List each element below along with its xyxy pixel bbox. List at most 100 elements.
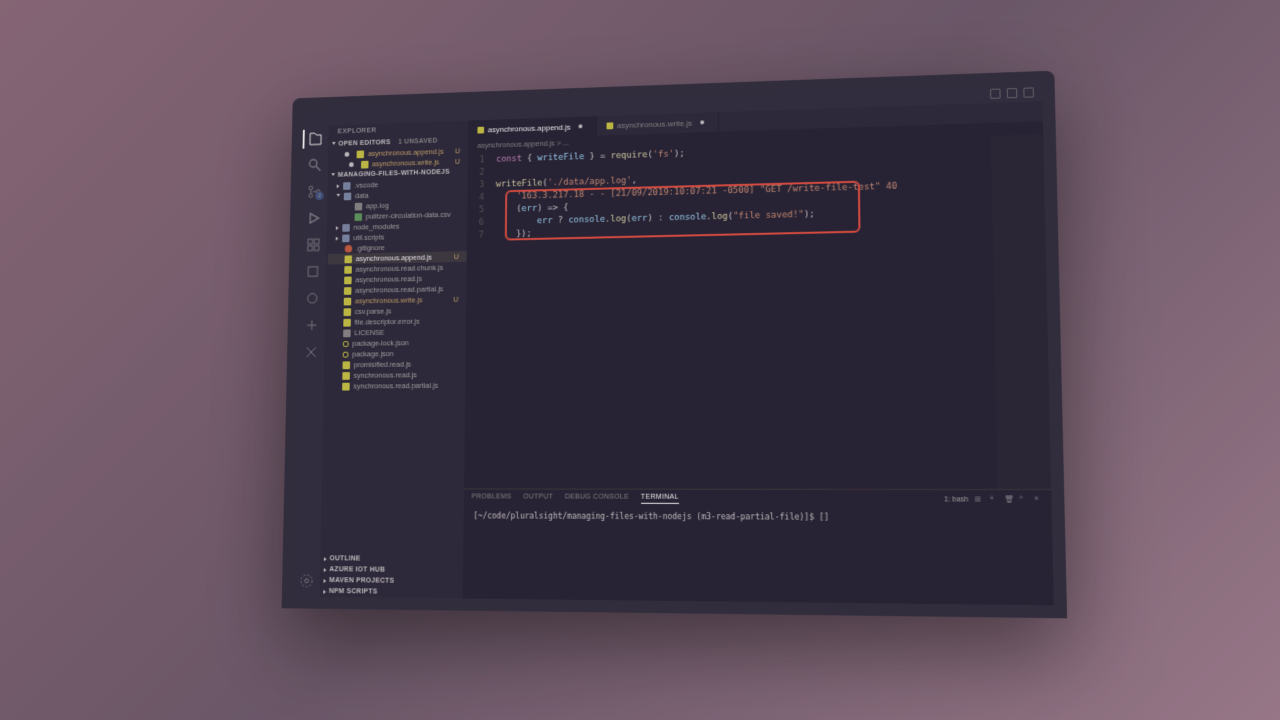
chevron-right-icon (324, 568, 327, 572)
bottom-panel: PROBLEMS OUTPUT DEBUG CONSOLE TERMINAL 1: b… (463, 488, 1054, 605)
file-label: file.descriptor.error.js (354, 317, 419, 327)
chevron-icon (336, 236, 339, 240)
kill-terminal-icon[interactable]: 🗑 (1004, 495, 1013, 503)
dirty-dot-icon (578, 124, 582, 128)
file-icon (344, 287, 352, 295)
activity-extra-icon[interactable] (304, 344, 319, 360)
file-item[interactable]: synchronous.read.partial.js (325, 380, 465, 392)
file-label: node_modules (353, 222, 399, 232)
file-icon (357, 150, 365, 158)
file-icon (361, 160, 369, 168)
file-label: csv.parse.js (355, 307, 392, 316)
line-number: 5 (467, 205, 496, 215)
file-label: package-lock.json (352, 338, 409, 347)
file-icon (343, 329, 351, 337)
panel-tab[interactable]: DEBUG CONSOLE (565, 494, 629, 504)
panel-tab[interactable]: PROBLEMS (471, 493, 511, 503)
activity-extra-icon[interactable] (305, 264, 320, 280)
file-icon (343, 182, 351, 190)
file-icon (344, 255, 352, 263)
file-icon (344, 297, 352, 305)
file-label: util.scripts (353, 233, 384, 242)
debug-icon[interactable] (306, 210, 321, 226)
editor-area: asynchronous.append.js asynchronous.write… (463, 101, 1054, 605)
line-content: }); (495, 229, 531, 240)
file-label: asynchronous.read.partial.js (355, 284, 443, 294)
extensions-icon[interactable] (306, 237, 321, 253)
file-icon (343, 318, 351, 326)
collapsed-section-header[interactable]: NPM SCRIPTS (319, 586, 462, 599)
line-number: 3 (467, 179, 496, 189)
file-label: asynchronous.append.js (356, 253, 432, 263)
file-label: app.log (366, 201, 389, 210)
file-icon (343, 351, 349, 357)
file-icon (606, 122, 613, 129)
search-icon[interactable] (308, 157, 323, 173)
line-number: 1 (468, 155, 497, 165)
close-panel-icon[interactable]: × (1034, 495, 1043, 503)
panel-tab[interactable]: TERMINAL (641, 494, 679, 504)
file-label: synchronous.read.js (354, 370, 417, 379)
file-label: package.json (352, 349, 394, 358)
explorer-icon[interactable] (308, 131, 323, 147)
file-icon (344, 266, 352, 274)
tab-label: asynchronous.write.js (617, 118, 692, 129)
tab-label: asynchronous.append.js (488, 122, 571, 133)
dirty-dot-icon (349, 162, 354, 167)
file-icon (342, 372, 350, 380)
file-icon (342, 234, 350, 242)
chevron-icon (336, 226, 339, 230)
file-label: data (355, 191, 369, 200)
chevron-right-icon (324, 557, 327, 561)
chevron-right-icon (323, 589, 326, 593)
sidebar: EXPLORER OPEN EDITORS 1 UNSAVED asynchro… (319, 121, 468, 599)
maximize-panel-icon[interactable]: ^ (1019, 495, 1028, 503)
layout-icon[interactable] (1023, 87, 1034, 97)
line-number: 6 (467, 217, 496, 227)
file-icon (345, 244, 353, 252)
file-label: asynchronous.read.js (355, 274, 422, 284)
chevron-icon (337, 184, 340, 188)
file-icon (343, 341, 349, 347)
file-label: LICENSE (354, 328, 384, 337)
line-number: 7 (467, 230, 496, 240)
layout-icon[interactable] (990, 89, 1001, 99)
activity-extra-icon[interactable] (305, 291, 320, 307)
file-label: asynchronous.read.chunk.js (355, 263, 443, 273)
file-icon (355, 213, 363, 221)
chevron-down-icon (331, 173, 335, 178)
layout-icon[interactable] (1007, 88, 1018, 98)
chevron-down-icon (332, 142, 336, 147)
line-number: 4 (467, 192, 496, 202)
file-icon (355, 202, 363, 210)
dirty-dot-icon (700, 120, 704, 124)
panel-tab[interactable]: OUTPUT (523, 493, 553, 503)
new-terminal-icon[interactable]: + (989, 495, 998, 503)
terminal[interactable]: [~/code/pluralsight/managing-files-with-… (463, 507, 1054, 605)
activity-extra-icon[interactable] (304, 317, 319, 333)
file-label: promisified.read.js (354, 360, 411, 369)
file-icon (344, 192, 352, 200)
chevron-right-icon (323, 579, 326, 583)
minimap[interactable] (991, 134, 1051, 489)
line-content: (err) => { (496, 203, 569, 215)
split-terminal-icon[interactable]: ⊞ (975, 495, 984, 503)
line-number: 2 (467, 167, 496, 177)
file-icon (342, 224, 350, 232)
file-label: asynchronous.write.js (355, 295, 423, 305)
terminal-shell-selector[interactable]: 1: bash (944, 496, 968, 503)
file-icon (477, 126, 484, 133)
file-label: .vscode (354, 180, 378, 189)
file-label: .gitignore (356, 243, 385, 252)
dirty-dot-icon (345, 152, 350, 157)
file-icon (342, 382, 350, 390)
file-icon (344, 276, 352, 284)
file-icon (343, 308, 351, 316)
code-editor[interactable]: 1const { writeFile } = require('fs');23w… (464, 134, 1051, 489)
chevron-icon (336, 194, 340, 199)
file-icon (343, 361, 351, 369)
terminal-line: [~/code/pluralsight/managing-files-with-… (473, 511, 1041, 522)
settings-icon[interactable] (299, 573, 314, 589)
source-control-icon[interactable]: 2 (307, 184, 322, 200)
file-label: synchronous.read.partial.js (353, 381, 438, 391)
